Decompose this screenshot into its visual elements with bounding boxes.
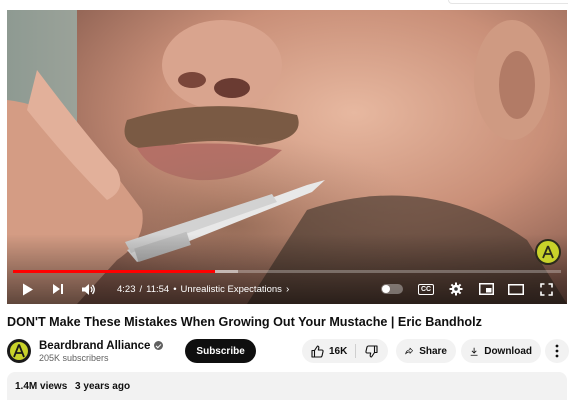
like-dislike-group: 16K xyxy=(302,339,388,363)
channel-info: Beardbrand Alliance 205K subscribers xyxy=(39,340,164,363)
captions-button[interactable]: CC xyxy=(411,276,441,302)
next-button[interactable] xyxy=(43,276,73,302)
thumbs-down-icon xyxy=(365,344,378,358)
like-button[interactable]: 16K xyxy=(302,339,355,363)
share-icon xyxy=(405,347,413,355)
verified-badge-icon xyxy=(154,341,164,350)
autoplay-switch xyxy=(381,284,403,294)
volume-icon xyxy=(81,283,95,295)
captions-icon: CC xyxy=(418,283,434,295)
video-player[interactable]: 4:23 / 11:54 • Unrealistic Expectations … xyxy=(7,10,567,304)
chevron-right-icon: › xyxy=(285,283,290,295)
thumbs-up-icon xyxy=(311,344,324,358)
progress-bar[interactable] xyxy=(13,270,561,273)
more-actions-button[interactable] xyxy=(545,339,569,363)
beardbrand-avatar-icon xyxy=(10,342,28,360)
subscriber-count: 205K subscribers xyxy=(39,352,109,363)
time-display[interactable]: 4:23 / 11:54 • Unrealistic Expectations … xyxy=(109,279,297,299)
beardbrand-logo-icon xyxy=(542,245,554,259)
more-vert-icon xyxy=(555,344,559,358)
play-button[interactable] xyxy=(13,276,43,302)
current-time: 4:23 xyxy=(117,283,136,295)
download-icon xyxy=(470,347,478,356)
view-count: 1.4M views xyxy=(15,381,68,392)
channel-watermark[interactable] xyxy=(535,239,561,265)
description-box[interactable]: 1.4M views 3 years ago xyxy=(7,372,567,400)
channel-name[interactable]: Beardbrand Alliance xyxy=(39,340,150,352)
played-bar xyxy=(13,270,215,273)
mute-button[interactable] xyxy=(73,276,103,302)
top-strip xyxy=(0,0,574,10)
play-icon xyxy=(23,283,33,295)
settings-button[interactable] xyxy=(441,276,471,302)
channel-owner: Beardbrand Alliance 205K subscribers Sub… xyxy=(7,336,256,366)
next-icon xyxy=(53,284,63,294)
theater-icon xyxy=(508,283,524,295)
download-button[interactable]: Download xyxy=(461,339,541,363)
like-count: 16K xyxy=(329,345,348,357)
fullscreen-icon xyxy=(539,282,553,296)
channel-avatar[interactable] xyxy=(7,339,31,363)
upload-age: 3 years ago xyxy=(75,381,131,392)
settings-icon xyxy=(449,282,463,296)
chapter-title: Unrealistic Expectations xyxy=(180,283,282,295)
time-separator: / xyxy=(139,283,143,295)
top-edge-divider xyxy=(448,0,568,4)
player-controls: 4:23 / 11:54 • Unrealistic Expectations … xyxy=(7,276,567,302)
share-label: Share xyxy=(419,345,447,357)
theater-mode-button[interactable] xyxy=(501,276,531,302)
dislike-button[interactable] xyxy=(356,339,386,363)
channel-name-row: Beardbrand Alliance xyxy=(39,340,164,352)
chapter-bullet: • xyxy=(173,283,177,295)
download-label: Download xyxy=(484,345,532,357)
fullscreen-button[interactable] xyxy=(531,276,561,302)
autoplay-knob xyxy=(382,285,390,293)
share-button[interactable]: Share xyxy=(396,339,456,363)
autoplay-toggle[interactable] xyxy=(377,276,407,302)
miniplayer-button[interactable] xyxy=(471,276,501,302)
subscribe-button[interactable]: Subscribe xyxy=(185,339,256,363)
miniplayer-icon xyxy=(478,283,494,295)
video-title: DON'T Make These Mistakes When Growing O… xyxy=(7,315,482,329)
duration: 11:54 xyxy=(146,283,170,295)
